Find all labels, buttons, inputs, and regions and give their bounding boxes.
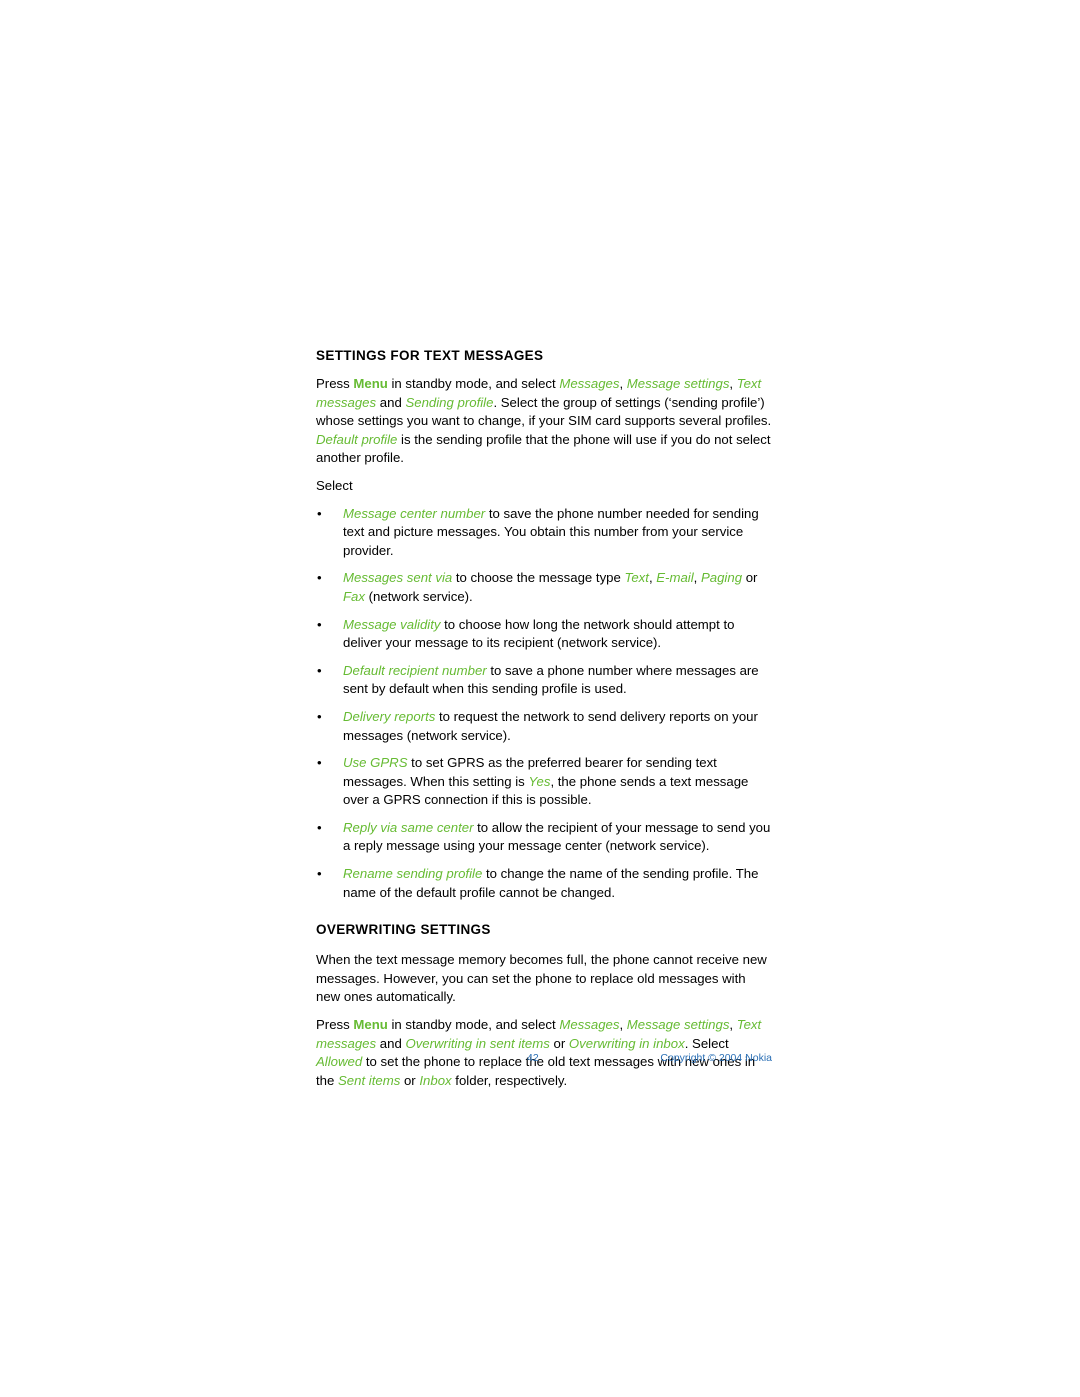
- ow-text-9: or: [400, 1072, 420, 1088]
- intro-text-2: in standby mode, and select: [387, 376, 560, 391]
- list-item: • Message center number to save the phone…: [316, 505, 772, 561]
- ow-text-6: or: [549, 1035, 569, 1051]
- intro-text-3: ,: [619, 376, 627, 391]
- bullet-marker: •: [317, 616, 322, 632]
- option-text: Text: [624, 570, 649, 586]
- option-yes: Yes: [528, 773, 551, 789]
- folder-inbox: Inbox: [419, 1072, 452, 1088]
- menu-path-message-settings: Message settings: [626, 1017, 730, 1033]
- section-heading-settings-for-text-messages: SETTINGS FOR TEXT MESSAGES: [316, 348, 544, 363]
- menu-path-message-settings: Message settings: [626, 376, 730, 391]
- page-content: SETTINGS FOR TEXT MESSAGES Press Menu in…: [316, 348, 772, 1099]
- overwriting-paragraph-1: When the text message memory becomes ful…: [316, 952, 767, 1005]
- setting-term-reply-via-same-center: Reply via same center: [343, 819, 474, 835]
- setting-term-delivery-reports: Delivery reports: [343, 708, 436, 724]
- intro-text-5: and: [376, 394, 406, 410]
- ow-text-4: ,: [729, 1017, 737, 1033]
- menu-path-default-profile: Default profile: [316, 431, 398, 447]
- ow-text-5: and: [376, 1035, 406, 1051]
- section-heading-overwriting-settings: OVERWRITING SETTINGS: [316, 922, 491, 938]
- document-page: SETTINGS FOR TEXT MESSAGES Press Menu in…: [0, 0, 1080, 1397]
- option-paging: Paging: [700, 570, 743, 586]
- option-email: E-mail: [656, 570, 694, 586]
- setting-desc: (network service).: [364, 588, 473, 604]
- menu-keyword: Menu: [353, 1017, 388, 1033]
- menu-path-messages: Messages: [559, 376, 620, 391]
- list-item: • Messages sent via to choose the message…: [316, 569, 772, 606]
- menu-path-messages: Messages: [559, 1017, 620, 1033]
- bullet-marker: •: [317, 819, 322, 835]
- bullet-marker: •: [317, 708, 322, 724]
- intro-text-4: ,: [729, 376, 737, 391]
- list-item: • Message validity to choose how long the…: [316, 616, 772, 653]
- ow-text-3: ,: [619, 1017, 627, 1033]
- ow-text-10: folder, respectively.: [451, 1072, 568, 1088]
- list-item: • Use GPRS to set GPRS as the preferred b…: [316, 754, 772, 810]
- ow-text-1: Press: [316, 1017, 354, 1033]
- setting-term-message-validity: Message validity: [343, 616, 441, 632]
- copyright-notice: Copyright © 2004 Nokia: [660, 1052, 772, 1064]
- list-item: • Reply via same center to allow the reci…: [316, 819, 772, 856]
- select-line: Select: [316, 477, 353, 493]
- list-item: • Delivery reports to request the network…: [316, 708, 772, 745]
- folder-sent-items: Sent items: [338, 1072, 401, 1088]
- bullet-marker: •: [317, 755, 322, 771]
- bullet-marker: •: [317, 505, 322, 521]
- intro-text-1: Press: [316, 376, 354, 391]
- bullet-marker: •: [317, 570, 322, 586]
- menu-path-sending-profile: Sending profile: [405, 394, 494, 410]
- bullet-marker: •: [317, 866, 322, 882]
- intro-paragraph: Press Menu in standby mode, and select M…: [316, 375, 772, 468]
- list-item: • Rename sending profile to change the na…: [316, 865, 772, 902]
- ow-text-7: . Select: [684, 1035, 729, 1051]
- setting-term-default-recipient-number: Default recipient number: [343, 662, 487, 678]
- setting-term-message-center-number: Message center number: [343, 505, 486, 521]
- setting-term-rename-sending-profile: Rename sending profile: [343, 866, 483, 882]
- sep-3: or: [742, 570, 758, 586]
- option-allowed: Allowed: [316, 1054, 363, 1070]
- option-fax: Fax: [343, 588, 365, 604]
- sep-2: ,: [693, 570, 701, 586]
- setting-term-use-gprs: Use GPRS: [343, 755, 408, 771]
- bullet-marker: •: [317, 662, 322, 678]
- setting-desc-mid: to choose the message type: [452, 570, 625, 586]
- list-item: • Default recipient number to save a phon…: [316, 662, 772, 699]
- menu-path-overwriting-in-inbox: Overwriting in inbox: [568, 1035, 685, 1051]
- settings-bullet-list: • Message center number to save the phone…: [316, 505, 772, 903]
- page-number: 42: [527, 1052, 539, 1064]
- menu-path-overwriting-in-sent-items: Overwriting in sent items: [405, 1035, 550, 1051]
- ow-text-2: in standby mode, and select: [387, 1017, 560, 1033]
- setting-term-messages-sent-via: Messages sent via: [343, 570, 453, 586]
- menu-keyword: Menu: [353, 376, 388, 391]
